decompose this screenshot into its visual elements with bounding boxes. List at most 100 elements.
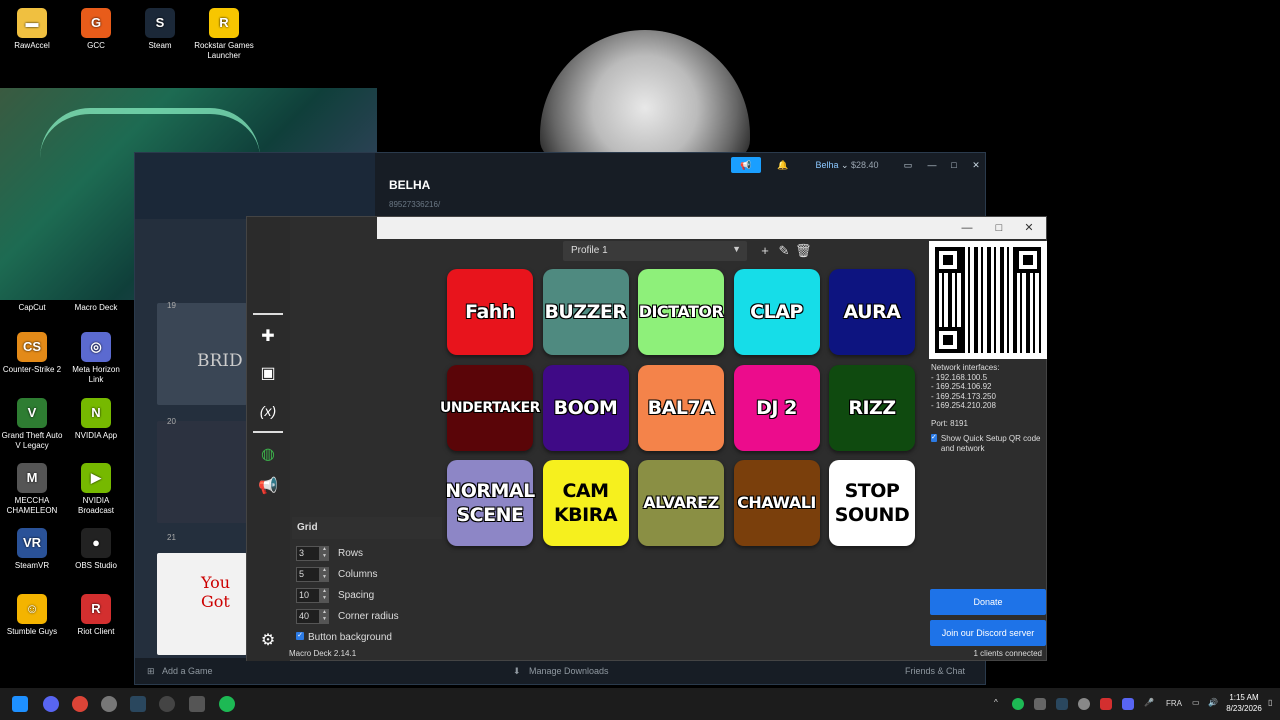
plus-icon[interactable]: ⊞ bbox=[147, 666, 155, 677]
steam-icon[interactable] bbox=[130, 696, 146, 712]
app-icon: S bbox=[145, 8, 175, 38]
macro-button[interactable]: UNDERTAKER bbox=[440, 364, 540, 451]
settings-icon[interactable] bbox=[101, 696, 117, 712]
macro-deck-icon[interactable] bbox=[189, 696, 205, 712]
donate-button[interactable]: Donate bbox=[930, 589, 1046, 615]
tray-icon[interactable] bbox=[1034, 698, 1046, 710]
desktop-icon[interactable]: ▬ RawAccel bbox=[0, 8, 64, 51]
delete-profile-icon[interactable]: 🗑 bbox=[795, 243, 812, 259]
user-menu[interactable]: Belha ⌄ $28.40 bbox=[805, 157, 889, 173]
globe-icon[interactable]: ◍ bbox=[256, 443, 280, 467]
bell-icon[interactable]: 🔔 bbox=[775, 157, 791, 173]
qr-code bbox=[929, 241, 1047, 359]
spacing-setting: 10 ▲ ▼ Spacing bbox=[292, 585, 442, 606]
network-icon[interactable]: ▭ bbox=[1192, 698, 1200, 707]
steam-library: BRID You Got 19 20 21 bbox=[135, 219, 247, 658]
discord-tray-icon[interactable] bbox=[1122, 698, 1134, 710]
divider bbox=[253, 431, 283, 433]
tray-icon[interactable] bbox=[1100, 698, 1112, 710]
columns-stepper[interactable]: ▲ ▼ bbox=[320, 567, 329, 582]
game-tile[interactable] bbox=[157, 421, 247, 523]
macro-button[interactable]: DICTATOR bbox=[638, 269, 724, 355]
obs-icon[interactable] bbox=[159, 696, 175, 712]
manage-downloads-button[interactable]: Manage Downloads bbox=[529, 666, 609, 676]
desktop-icon[interactable]: R Riot Client bbox=[64, 594, 128, 637]
add-game-button[interactable]: Add a Game bbox=[162, 666, 213, 676]
close-button[interactable]: ✕ bbox=[969, 157, 983, 173]
show-qr-checkbox[interactable]: ✓ bbox=[931, 434, 937, 442]
columns-input[interactable]: 5 bbox=[296, 567, 320, 582]
macro-button[interactable]: CHAWALI bbox=[733, 460, 820, 546]
macro-button[interactable]: STOP SOUND bbox=[829, 460, 915, 546]
game-tile[interactable]: You Got bbox=[157, 553, 247, 655]
macro-button[interactable]: BOOM bbox=[542, 364, 629, 451]
variables-icon[interactable]: (x) bbox=[256, 399, 280, 423]
desktop-icon[interactable]: S Steam bbox=[128, 8, 192, 51]
spotify-icon[interactable] bbox=[219, 696, 235, 712]
macro-button[interactable]: RIZZ bbox=[829, 364, 915, 451]
desktop-icon-label: Stumble Guys bbox=[6, 627, 58, 636]
macro-button[interactable]: NORMAL SCENE bbox=[445, 460, 535, 546]
desktop-icon[interactable]: CS Counter-Strike 2 bbox=[0, 332, 64, 375]
button-background-checkbox[interactable]: ✓ bbox=[296, 632, 304, 640]
macro-button[interactable]: CLAP bbox=[733, 269, 820, 355]
game-tile[interactable]: BRID bbox=[157, 303, 247, 405]
download-icon[interactable]: ⬇ bbox=[513, 666, 521, 677]
desktop-icon[interactable]: ☺ Stumble Guys bbox=[0, 594, 64, 637]
desktop-icon[interactable]: ◎ Meta Horizon Link bbox=[64, 332, 128, 385]
add-profile-icon[interactable]: + bbox=[757, 243, 773, 259]
macro-button[interactable]: BUZZER bbox=[542, 269, 629, 355]
language-indicator[interactable]: FRA bbox=[1166, 699, 1182, 708]
maximize-button[interactable]: □ bbox=[984, 220, 1014, 236]
macro-button[interactable]: ALVAREZ bbox=[638, 460, 724, 546]
close-button[interactable]: ✕ bbox=[1014, 220, 1044, 236]
desktop-icon[interactable]: N NVIDIA App bbox=[64, 398, 128, 441]
desktop-icon[interactable]: ● OBS Studio bbox=[64, 528, 128, 571]
friends-chat-button[interactable]: Friends & Chat bbox=[905, 666, 965, 676]
desktop-icon[interactable]: ▶ NVIDIA Broadcast bbox=[64, 463, 128, 516]
desktop-icon[interactable]: R Rockstar Games Launcher bbox=[192, 8, 256, 61]
maximize-button[interactable]: □ bbox=[947, 157, 961, 173]
macro-button[interactable]: DJ 2 bbox=[733, 364, 820, 451]
monitor-icon[interactable]: ▭ bbox=[901, 157, 915, 173]
volume-icon[interactable]: 🔊 bbox=[1208, 698, 1218, 707]
chevron-up-icon[interactable]: ^ bbox=[994, 698, 998, 707]
desktop-icon[interactable]: G GCC bbox=[64, 8, 128, 51]
puzzle-icon[interactable]: ✚ bbox=[256, 325, 280, 349]
desktop-icon[interactable]: V Grand Theft Auto V Legacy bbox=[0, 398, 64, 451]
profile-select[interactable]: Profile 1 ▼ bbox=[563, 241, 747, 261]
radius-input[interactable]: 40 bbox=[296, 609, 320, 624]
macro-button[interactable]: Fahh bbox=[447, 269, 533, 355]
spacing-input[interactable]: 10 bbox=[296, 588, 320, 603]
settings-icon[interactable]: ⚙ bbox=[256, 629, 280, 653]
steam-header bbox=[375, 153, 985, 219]
radius-stepper[interactable]: ▲ ▼ bbox=[320, 609, 329, 624]
app-icon: G bbox=[81, 8, 111, 38]
profile-name: Profile 1 bbox=[571, 245, 608, 256]
app-icon: N bbox=[81, 398, 111, 428]
chrome-icon[interactable] bbox=[72, 696, 88, 712]
desktop-icon[interactable]: VR SteamVR bbox=[0, 528, 64, 571]
macro-button[interactable]: BAL7A bbox=[638, 364, 724, 451]
edit-profile-icon[interactable]: ✎ bbox=[776, 243, 792, 259]
rows-stepper[interactable]: ▲ ▼ bbox=[320, 546, 329, 561]
minimize-button[interactable]: — bbox=[925, 157, 939, 173]
discord-icon[interactable] bbox=[43, 696, 59, 712]
steam-tray-icon[interactable] bbox=[1056, 698, 1068, 710]
tray-icon[interactable] bbox=[1078, 698, 1090, 710]
start-icon[interactable] bbox=[12, 696, 28, 712]
macro-button[interactable]: CAM KBIRA bbox=[542, 460, 629, 546]
notification-icon[interactable]: ▯ bbox=[1268, 698, 1272, 707]
discord-button[interactable]: Join our Discord server bbox=[930, 620, 1046, 646]
rows-input[interactable]: 3 bbox=[296, 546, 320, 561]
clock[interactable]: 1:15 AM 8/23/2026 bbox=[1222, 692, 1266, 714]
spacing-stepper[interactable]: ▲ ▼ bbox=[320, 588, 329, 603]
megaphone-icon[interactable]: 📢 bbox=[256, 475, 280, 499]
desktop-icon[interactable]: M MECCHA CHAMELEON bbox=[0, 463, 64, 516]
minimize-button[interactable]: — bbox=[952, 220, 982, 236]
spotify-tray-icon[interactable] bbox=[1012, 698, 1024, 710]
macro-button[interactable]: AURA bbox=[829, 269, 915, 355]
microphone-icon[interactable]: 🎤 bbox=[1144, 698, 1154, 707]
devices-icon[interactable]: ▣ bbox=[256, 362, 280, 386]
broadcast-icon[interactable]: 📢 bbox=[731, 157, 761, 173]
